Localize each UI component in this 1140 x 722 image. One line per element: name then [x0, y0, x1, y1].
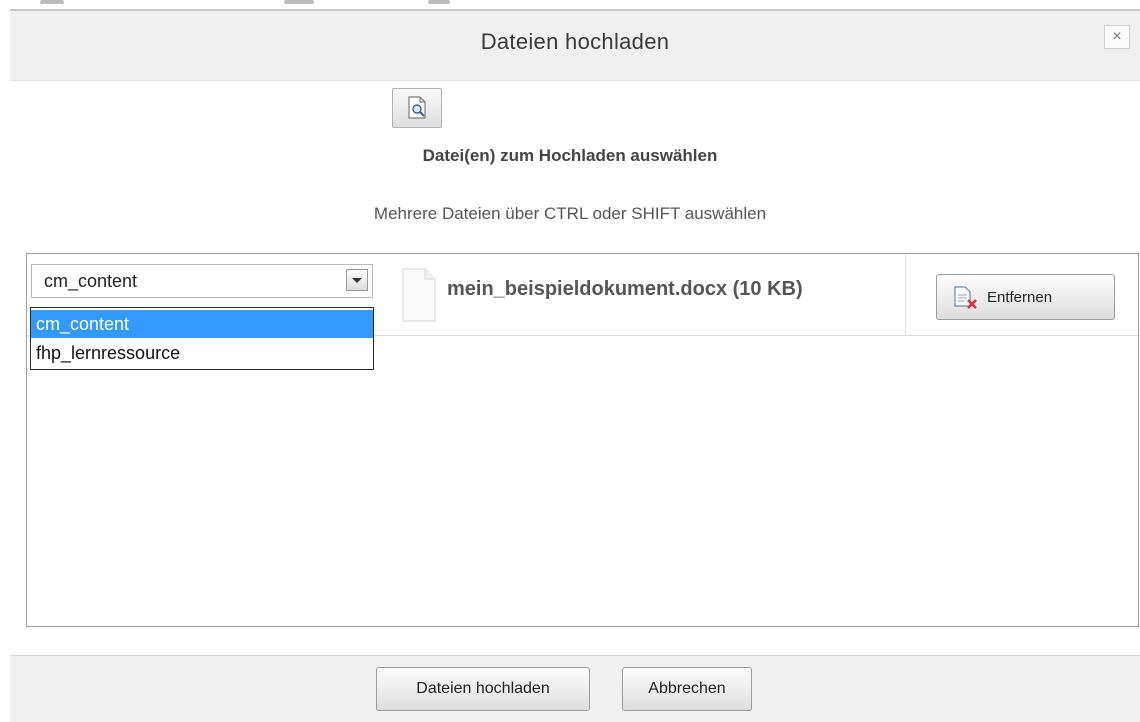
file-list: cm_content mein_beispieldokument.docx (1… [26, 253, 1139, 627]
document-icon [402, 268, 436, 322]
file-name: mein_beispieldokument.docx (10 KB) [447, 278, 803, 300]
cancel-button[interactable]: Abbrechen [622, 667, 752, 711]
upload-files-button[interactable]: Dateien hochladen [376, 667, 590, 711]
content-type-dropdown: cm_content fhp_lernressource [30, 307, 374, 370]
dialog-title: Dateien hochladen [480, 29, 670, 54]
multi-select-hint: Mehrere Dateien über CTRL oder SHIFT aus… [373, 204, 767, 223]
edge-artifact [428, 0, 450, 4]
remove-button-label: Entfernen [987, 289, 1053, 306]
dropdown-option-cm-content[interactable]: cm_content [31, 310, 373, 338]
edge-artifact [40, 0, 64, 4]
close-button[interactable]: × [1104, 25, 1130, 49]
dialog-footer: Dateien hochladen Abbrechen [10, 655, 1140, 722]
dropdown-option-fhp-lernressource[interactable]: fhp_lernressource [31, 339, 373, 367]
browse-files-button[interactable] [392, 88, 442, 128]
remove-file-button[interactable]: Entfernen [936, 274, 1115, 320]
column-divider [905, 254, 906, 336]
document-search-icon [408, 96, 426, 119]
content-type-value: cm_content [44, 271, 138, 291]
select-files-label: Datei(en) zum Hochladen auswählen [422, 146, 718, 165]
edge-artifact [284, 0, 314, 4]
chevron-down-icon[interactable] [346, 269, 368, 291]
window-top-edge [0, 0, 1140, 9]
content-type-select[interactable]: cm_content [31, 264, 373, 298]
document-remove-icon [954, 286, 977, 309]
dialog-header: Dateien hochladen × [10, 9, 1140, 81]
